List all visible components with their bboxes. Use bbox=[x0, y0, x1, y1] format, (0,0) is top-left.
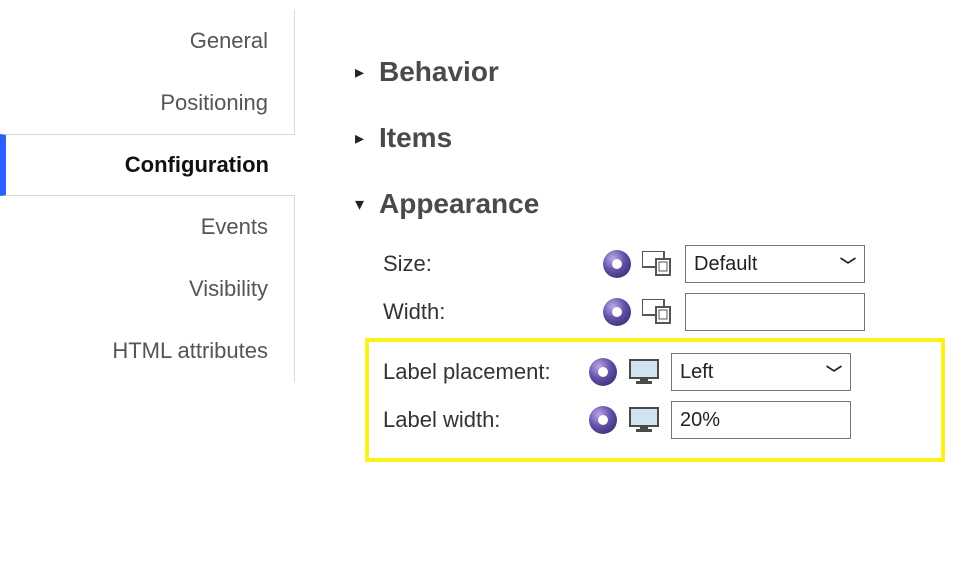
binding-orb-icon[interactable] bbox=[603, 250, 631, 278]
prop-row-label-width: Label width: 20% bbox=[383, 396, 927, 444]
tab-label: HTML attributes bbox=[112, 338, 268, 364]
input-value: 20% bbox=[680, 409, 720, 432]
caret-right-icon: ▸ bbox=[355, 62, 379, 83]
binding-orb-icon[interactable] bbox=[589, 358, 617, 386]
section-header-behavior[interactable]: ▸ Behavior bbox=[355, 56, 973, 88]
tab-configuration[interactable]: Configuration bbox=[0, 134, 295, 196]
section-items: ▸ Items bbox=[355, 122, 973, 154]
label-width-input[interactable]: 20% bbox=[671, 401, 851, 439]
section-header-appearance[interactable]: ▾ Appearance bbox=[355, 188, 973, 220]
highlight-annotation: Label placement: Left ﹀ bbox=[365, 338, 945, 462]
tab-events[interactable]: Events bbox=[0, 196, 295, 258]
prop-label: Width: bbox=[383, 299, 603, 325]
section-header-items[interactable]: ▸ Items bbox=[355, 122, 973, 154]
section-body-appearance: Size: Default ﹀ Width bbox=[355, 220, 973, 462]
caret-right-icon: ▸ bbox=[355, 128, 379, 149]
select-value: Left bbox=[680, 361, 713, 384]
devices-icon[interactable] bbox=[641, 249, 675, 279]
tab-label: General bbox=[190, 28, 268, 54]
tab-label: Positioning bbox=[160, 90, 268, 116]
prop-row-label-placement: Label placement: Left ﹀ bbox=[383, 348, 927, 396]
chevron-down-icon: ﹀ bbox=[826, 360, 842, 384]
prop-label: Label placement: bbox=[383, 359, 589, 385]
prop-label: Size: bbox=[383, 251, 603, 277]
tab-visibility[interactable]: Visibility bbox=[0, 258, 295, 320]
section-title: Appearance bbox=[379, 188, 539, 220]
section-title: Items bbox=[379, 122, 452, 154]
tab-positioning[interactable]: Positioning bbox=[0, 72, 295, 134]
prop-row-width: Width: bbox=[383, 288, 973, 336]
tab-html-attributes[interactable]: HTML attributes bbox=[0, 320, 295, 382]
monitor-icon[interactable] bbox=[627, 357, 661, 387]
width-input[interactable] bbox=[685, 293, 865, 331]
sidebar: General Positioning Configuration Events… bbox=[0, 0, 295, 579]
select-value: Default bbox=[694, 253, 757, 276]
content-pane: ▸ Behavior ▸ Items ▾ Appearance Size: bbox=[295, 0, 973, 579]
section-behavior: ▸ Behavior bbox=[355, 56, 973, 88]
tab-label: Visibility bbox=[189, 276, 268, 302]
tab-general[interactable]: General bbox=[0, 10, 295, 72]
devices-icon[interactable] bbox=[641, 297, 675, 327]
size-select[interactable]: Default ﹀ bbox=[685, 245, 865, 283]
section-title: Behavior bbox=[379, 56, 499, 88]
monitor-icon[interactable] bbox=[627, 405, 661, 435]
caret-down-icon: ▾ bbox=[355, 194, 379, 215]
prop-label: Label width: bbox=[383, 407, 589, 433]
tab-label: Events bbox=[201, 214, 268, 240]
prop-row-size: Size: Default ﹀ bbox=[383, 240, 973, 288]
label-placement-select[interactable]: Left ﹀ bbox=[671, 353, 851, 391]
tab-label: Configuration bbox=[125, 152, 269, 178]
chevron-down-icon: ﹀ bbox=[840, 252, 856, 276]
section-appearance: ▾ Appearance Size: Default bbox=[355, 188, 973, 462]
binding-orb-icon[interactable] bbox=[603, 298, 631, 326]
binding-orb-icon[interactable] bbox=[589, 406, 617, 434]
